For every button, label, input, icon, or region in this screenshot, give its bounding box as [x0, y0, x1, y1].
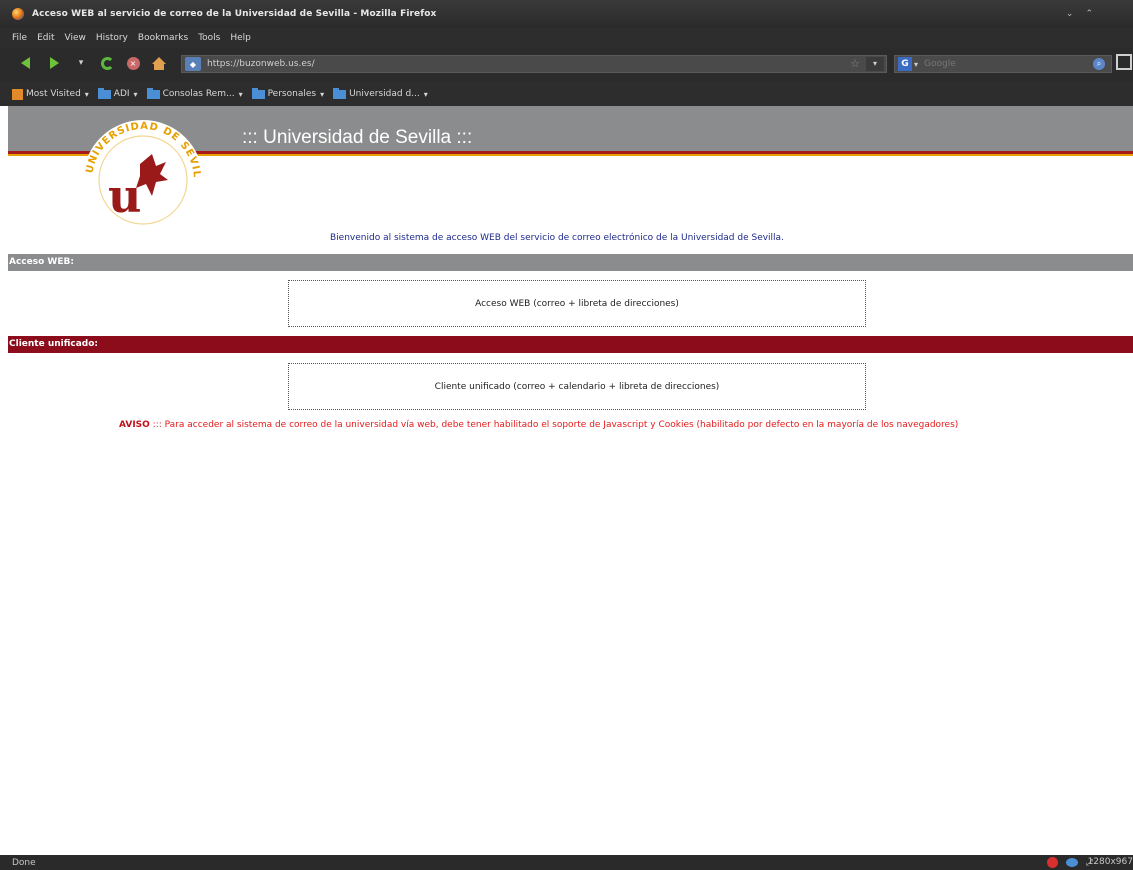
bookmark-folder-adi[interactable]: ADI ▾: [97, 87, 138, 99]
chevron-down-icon: ▾: [84, 89, 89, 99]
window-list-icon[interactable]: [1116, 54, 1132, 70]
bookmark-label: Universidad d...: [349, 89, 420, 99]
back-button[interactable]: [16, 54, 34, 72]
url-text[interactable]: https://buzonweb.us.es/: [207, 59, 315, 69]
folder-icon: [146, 87, 160, 99]
menu-file[interactable]: File: [12, 33, 27, 43]
forward-arrow-icon: [49, 57, 59, 69]
stop-icon: ×: [126, 56, 140, 70]
chevron-down-icon: ▾: [133, 89, 138, 99]
section-header-acceso-web: Acceso WEB:: [8, 254, 1133, 271]
bookmark-label: Consolas Rem...: [162, 89, 235, 99]
resolution-readout: 1280x967: [1087, 857, 1133, 867]
stop-button[interactable]: ×: [124, 54, 142, 72]
url-dropdown-button[interactable]: ▾: [866, 57, 884, 71]
aviso-label: AVISO: [119, 420, 150, 430]
menu-bar: File Edit View History Bookmarks Tools H…: [0, 28, 1133, 48]
aviso-notice: AVISO ::: Para acceder al sistema de cor…: [119, 420, 958, 430]
chevron-down-icon: ▾: [423, 89, 428, 99]
bookmark-label: ADI: [113, 89, 130, 99]
svg-text:u: u: [108, 169, 141, 223]
home-button[interactable]: [150, 54, 168, 72]
address-bar[interactable]: ◆ https://buzonweb.us.es/ ☆ ▾: [181, 55, 887, 73]
bookmarks-toolbar: Most Visited ▾ ADI ▾ Consolas Rem... ▾ P…: [0, 82, 1133, 106]
status-text: Done: [12, 857, 36, 868]
forward-button[interactable]: [45, 54, 63, 72]
folder-icon: [251, 87, 265, 99]
menu-view[interactable]: View: [65, 33, 86, 43]
chevron-down-icon: ▾: [78, 58, 84, 68]
search-input[interactable]: [924, 59, 1075, 69]
menu-bookmarks[interactable]: Bookmarks: [138, 33, 188, 43]
reload-icon: [100, 56, 114, 70]
aviso-text: ::: Para acceder al sistema de correo de…: [149, 420, 959, 430]
welcome-message: Bienvenido al sistema de acceso WEB del …: [330, 233, 784, 243]
chevron-down-icon: ▾: [320, 89, 325, 99]
status-bar: Done ⤢ 1280x967: [0, 855, 1133, 870]
maximize-icon[interactable]: ⌃: [1085, 9, 1093, 19]
bookmark-folder-personales[interactable]: Personales ▾: [251, 87, 325, 99]
menu-edit[interactable]: Edit: [37, 33, 54, 43]
bookmark-most-visited[interactable]: Most Visited ▾: [12, 88, 89, 100]
history-dropdown[interactable]: ▾: [72, 54, 90, 72]
engine-chevron-icon[interactable]: ▾: [914, 60, 918, 69]
menu-history[interactable]: History: [96, 33, 128, 43]
site-identity-icon[interactable]: ◆: [185, 57, 201, 71]
folder-icon: [97, 87, 111, 99]
reload-button[interactable]: [98, 54, 116, 72]
network-icon[interactable]: [1065, 858, 1078, 867]
menu-help[interactable]: Help: [230, 33, 251, 43]
acceso-web-link[interactable]: Acceso WEB (correo + libreta de direccio…: [288, 280, 866, 327]
home-icon: [152, 56, 166, 70]
most-visited-icon: [12, 88, 23, 100]
section-header-cliente-unificado: Cliente unificado:: [8, 336, 1133, 353]
university-logo: UNIVERSIDAD DE SEVILLA u: [78, 118, 203, 228]
chevron-down-icon: ▾: [238, 89, 243, 99]
window-title: Acceso WEB al servicio de correo de la U…: [32, 9, 437, 19]
bookmark-folder-universidad[interactable]: Universidad d... ▾: [333, 87, 428, 99]
search-engine-icon[interactable]: G: [898, 57, 912, 71]
addon-icon[interactable]: [1046, 857, 1058, 868]
folder-icon: [333, 87, 347, 99]
bookmark-folder-consolas[interactable]: Consolas Rem... ▾: [146, 87, 243, 99]
cliente-unificado-link[interactable]: Cliente unificado (correo + calendario +…: [288, 363, 866, 410]
status-icons: ⤢: [1046, 857, 1093, 868]
page-title: ::: Universidad de Sevilla :::: [242, 127, 473, 148]
search-bar[interactable]: G ▾ ⌕: [894, 55, 1112, 73]
bookmark-label: Personales: [267, 89, 317, 99]
bookmark-star-icon[interactable]: ☆: [850, 57, 860, 70]
firefox-icon: [12, 8, 24, 20]
navigation-toolbar: ▾ × ◆ https://buzonweb.us.es/ ☆ ▾ G ▾ ⌕: [0, 48, 1133, 82]
window-titlebar: Acceso WEB al servicio de correo de la U…: [0, 0, 1133, 28]
search-icon[interactable]: ⌕: [1093, 58, 1105, 70]
window-controls: ⌄ ⌃: [1066, 9, 1093, 19]
bookmark-label: Most Visited: [26, 89, 81, 99]
back-arrow-icon: [20, 57, 30, 69]
minimize-icon[interactable]: ⌄: [1066, 9, 1074, 19]
menu-tools[interactable]: Tools: [198, 33, 220, 43]
